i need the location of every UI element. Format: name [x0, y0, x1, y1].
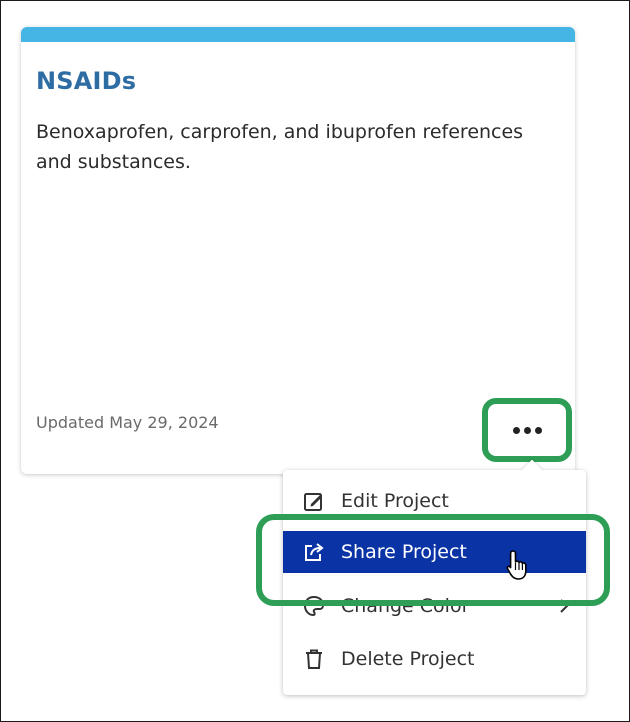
menu-item-label: Edit Project [341, 490, 449, 512]
trash-icon [303, 648, 325, 670]
project-description: Benoxaprofen, carprofen, and ibuprofen r… [36, 121, 524, 173]
more-horizontal-icon [512, 426, 542, 434]
share-icon [303, 541, 325, 563]
palette-icon [303, 595, 325, 617]
dot [534, 426, 542, 434]
dot [512, 426, 520, 434]
menu-item-delete-project[interactable]: Delete Project [283, 638, 586, 680]
menu-item-label: Share Project [341, 541, 467, 563]
dot [523, 426, 531, 434]
more-options-button[interactable] [482, 398, 572, 462]
menu-item-change-color[interactable]: Change Color [283, 585, 586, 627]
edit-icon [303, 490, 325, 512]
card-accent-bar [21, 27, 575, 42]
menu-item-label: Delete Project [341, 648, 475, 670]
chevron-right-icon [556, 597, 572, 613]
menu-item-share-project[interactable]: Share Project [283, 531, 586, 573]
menu-item-label: Change Color [341, 595, 470, 617]
menu-item-edit-project[interactable]: Edit Project [283, 480, 586, 522]
project-title[interactable]: NSAIDs [36, 67, 136, 95]
project-updated-date: Updated May 29, 2024 [36, 413, 219, 432]
